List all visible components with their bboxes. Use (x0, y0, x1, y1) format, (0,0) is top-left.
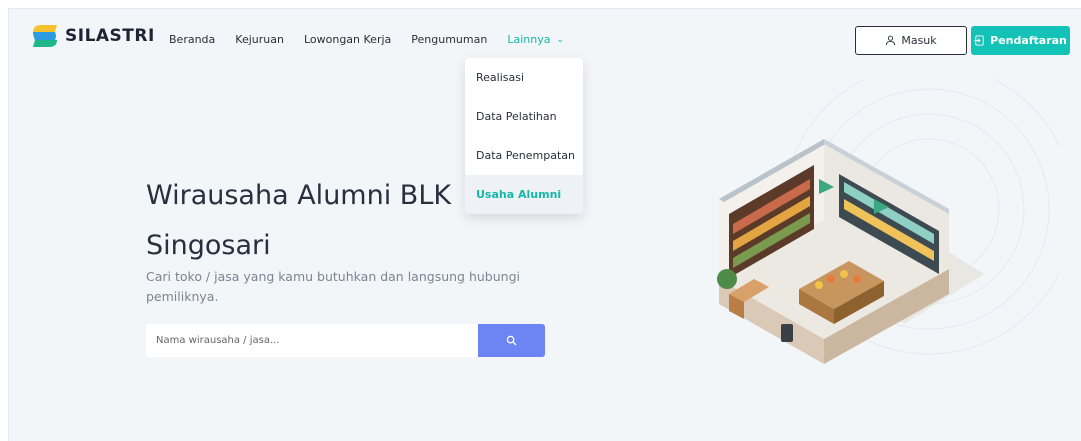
store-illustration (717, 79, 1059, 364)
nav-item-lowongan-kerja[interactable]: Lowongan Kerja (304, 33, 391, 46)
search-button[interactable] (478, 324, 545, 357)
search-icon (506, 335, 517, 346)
nav-item-kejuruan[interactable]: Kejuruan (235, 33, 284, 46)
dropdown-item-usaha-alumni[interactable]: Usaha Alumni (465, 175, 583, 214)
login-button-label: Masuk (901, 34, 937, 47)
register-button-label: Pendaftaran (990, 34, 1067, 47)
page: SILASTRI Beranda Kejuruan Lowongan Kerja… (8, 8, 1081, 441)
brand-logo-icon (33, 25, 57, 47)
nav-item-lainnya-label: Lainnya (507, 33, 551, 46)
dropdown-item-realisasi[interactable]: Realisasi (465, 58, 583, 97)
chevron-down-icon: ⌄ (556, 34, 564, 45)
login-button[interactable]: Masuk (855, 26, 967, 55)
sign-in-icon (974, 35, 984, 46)
hero-title: Wirausaha Alumni BLK Singosari (146, 180, 452, 261)
hero-subtitle: Cari toko / jasa yang kamu butuhkan dan … (146, 269, 520, 304)
nav-item-beranda[interactable]: Beranda (169, 33, 215, 46)
nav-item-lainnya[interactable]: Lainnya ⌄ (507, 33, 564, 46)
nav-menu: Beranda Kejuruan Lowongan Kerja Pengumum… (169, 33, 564, 46)
search-input[interactable] (146, 324, 479, 357)
brand[interactable]: SILASTRI (31, 23, 155, 49)
brand-name: SILASTRI (65, 26, 155, 46)
nav-item-pengumuman[interactable]: Pengumuman (411, 33, 487, 46)
lainnya-dropdown-menu: Realisasi Data Pelatihan Data Penempatan… (465, 58, 583, 214)
user-icon (886, 35, 896, 46)
dropdown-item-data-penempatan[interactable]: Data Penempatan (465, 136, 583, 175)
dropdown-item-data-pelatihan[interactable]: Data Pelatihan (465, 97, 583, 136)
register-button[interactable]: Pendaftaran (971, 26, 1070, 55)
